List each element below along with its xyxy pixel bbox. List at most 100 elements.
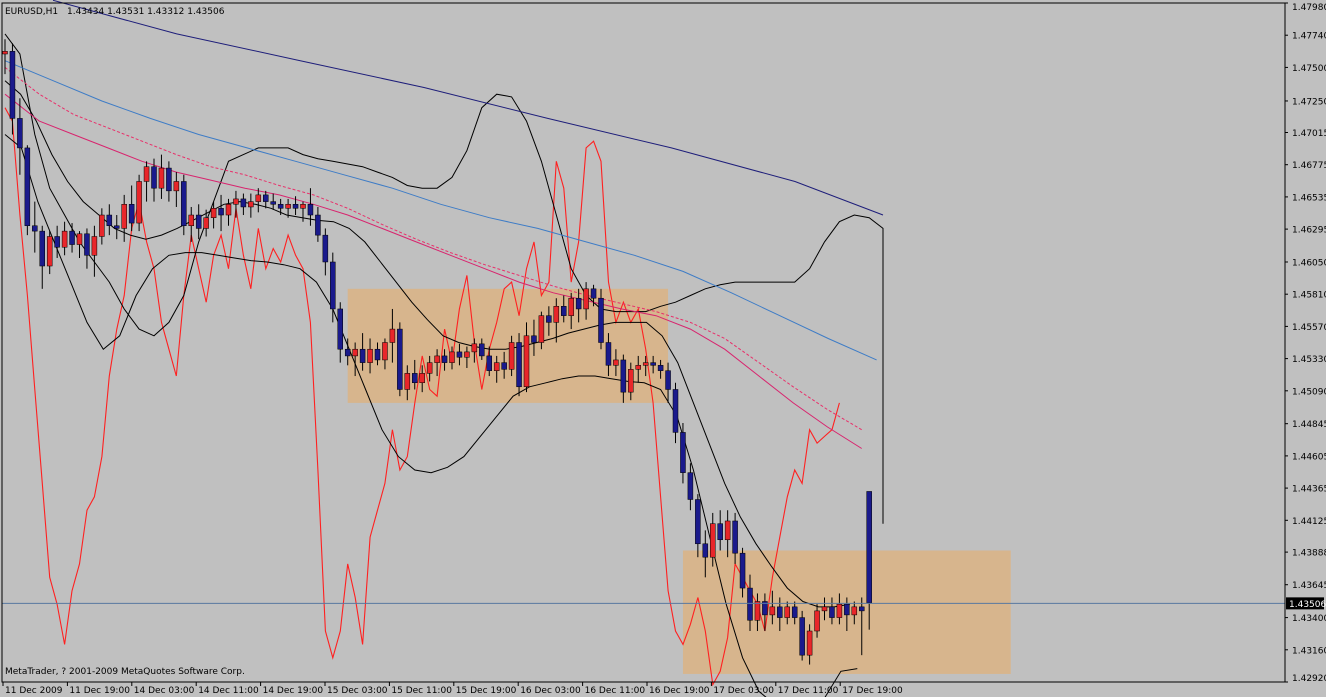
candle-body-bull <box>225 204 232 216</box>
candle-body-bull <box>76 233 83 245</box>
x-tick-label: 16 Dec 03:00 <box>520 686 581 696</box>
candle-body-bear <box>218 208 224 216</box>
candle-body-bull <box>255 194 262 202</box>
candle-body-bear <box>561 306 567 316</box>
candle-body-bull <box>583 288 589 310</box>
candle-body-bear <box>397 328 403 390</box>
candle-body-bull <box>382 342 388 361</box>
x-tick-label: 11 Dec 2009 <box>5 686 63 696</box>
candle-body-bear <box>590 288 597 299</box>
candle-body-bear <box>777 606 783 618</box>
candle-body-bull <box>851 606 858 616</box>
y-tick-label: 1.47740 <box>1292 32 1326 42</box>
y-tick-label: 1.44125 <box>1292 517 1326 527</box>
candle-body-bull <box>628 369 634 393</box>
y-tick-label: 1.46775 <box>1292 161 1326 171</box>
candle-body-bull <box>464 351 470 358</box>
y-tick-label: 1.43645 <box>1292 581 1326 591</box>
candle-body-bear <box>307 204 314 216</box>
y-tick-label: 1.46295 <box>1292 226 1326 236</box>
x-tick-label: 14 Dec 19:00 <box>263 686 324 696</box>
candle-body-bear <box>456 351 463 358</box>
candle-body-bear <box>69 230 75 245</box>
candle-body-bear <box>732 520 738 554</box>
candle-body-bear <box>799 617 805 656</box>
y-tick-label: 1.45090 <box>1292 387 1326 397</box>
candle-body-bull <box>61 230 68 248</box>
y-tick-label: 1.47500 <box>1292 64 1326 74</box>
price-chart[interactable]: 1.43506 1.47980 1.47740 1.47500 1.47250 1.47… <box>0 0 1326 697</box>
candle-body-bear <box>441 355 448 363</box>
y-tick-label: 1.44365 <box>1292 485 1326 495</box>
candle-body-bear <box>151 166 157 189</box>
x-tick-label: 17 Dec 11:00 <box>778 686 839 696</box>
candle-body-bear <box>657 365 664 371</box>
candle-body-bull <box>136 181 142 224</box>
y-tick-label: 1.45810 <box>1292 291 1326 301</box>
candle-body-bear <box>605 342 612 366</box>
candle-body-bear <box>702 543 709 558</box>
candle-body-bull <box>724 520 731 541</box>
candle-body-bear <box>680 432 686 473</box>
candle-body-bear <box>277 204 284 209</box>
candle-body-bull <box>188 214 194 227</box>
candle-body-bull <box>508 342 515 370</box>
candle-body-bull <box>91 236 98 256</box>
candle-body-bear <box>486 355 492 371</box>
candle-body-bull <box>806 630 813 656</box>
candle-body-bear <box>479 343 485 357</box>
y-tick-label: 1.46050 <box>1292 258 1326 268</box>
candle-body-bull <box>642 362 649 366</box>
candle-body-bull <box>821 606 828 612</box>
candle <box>24 145 31 236</box>
candle-body-bear <box>672 389 679 433</box>
candle-body-bear <box>181 181 187 227</box>
candle-body-bear <box>687 472 694 500</box>
candle-body-bear <box>292 204 299 209</box>
candle-body-bull <box>434 355 440 363</box>
y-tick-label: 1.44845 <box>1292 420 1326 430</box>
x-tick-label: 14 Dec 03:00 <box>134 686 195 696</box>
price-zone-1 <box>347 288 669 403</box>
candle-body-bear <box>330 261 336 310</box>
candle-body-bear <box>322 234 329 263</box>
candle-body-bear <box>32 225 38 232</box>
candle-body-bull <box>248 201 254 208</box>
x-tick-label: 17 Dec 03:00 <box>713 686 774 696</box>
y-tick-label: 1.45570 <box>1292 323 1326 333</box>
candle-body-bull <box>523 335 530 388</box>
candle-body-bear <box>859 606 865 612</box>
candle-body-bear <box>531 335 537 343</box>
candle-body-bear <box>598 297 604 343</box>
candle-body-bear <box>546 315 552 323</box>
candle-body-bull <box>471 343 478 353</box>
candle-body-bear <box>575 297 582 310</box>
candle-body-bear <box>717 523 723 541</box>
candle-body-bull <box>449 351 455 363</box>
candle-body-bear <box>374 348 381 361</box>
ohlc-readout: 1.43434 1.43531 1.43312 1.43506 <box>67 7 225 17</box>
y-tick-label: 1.43888 <box>1292 549 1326 559</box>
candle-body-bull <box>426 362 433 374</box>
candle-body-bull <box>285 204 291 209</box>
candle-body-bull <box>710 523 716 558</box>
candle-body-bull <box>143 166 150 182</box>
y-tick-label: 1.45330 <box>1292 355 1326 365</box>
x-tick-label: 16 Dec 11:00 <box>585 686 646 696</box>
candle-body-bull <box>46 236 53 267</box>
y-tick-label: 1.47250 <box>1292 97 1326 107</box>
candle-body-bull <box>784 606 790 618</box>
x-tick-label: 15 Dec 03:00 <box>327 686 388 696</box>
y-tick-label: 1.47980 <box>1292 3 1326 13</box>
candle-body-bear <box>24 147 31 227</box>
x-tick-label: 16 Dec 19:00 <box>649 686 710 696</box>
x-tick-label: 14 Dec 11:00 <box>198 686 259 696</box>
candle-body-bear <box>270 201 276 205</box>
candle-body-bull <box>210 208 217 218</box>
candle-body-bear <box>665 370 671 390</box>
candle-body-bull <box>121 204 127 229</box>
candle-body-bull <box>158 167 165 189</box>
candle <box>799 610 805 661</box>
candle-body-bear <box>829 606 835 618</box>
candle-body-bull <box>367 348 373 363</box>
